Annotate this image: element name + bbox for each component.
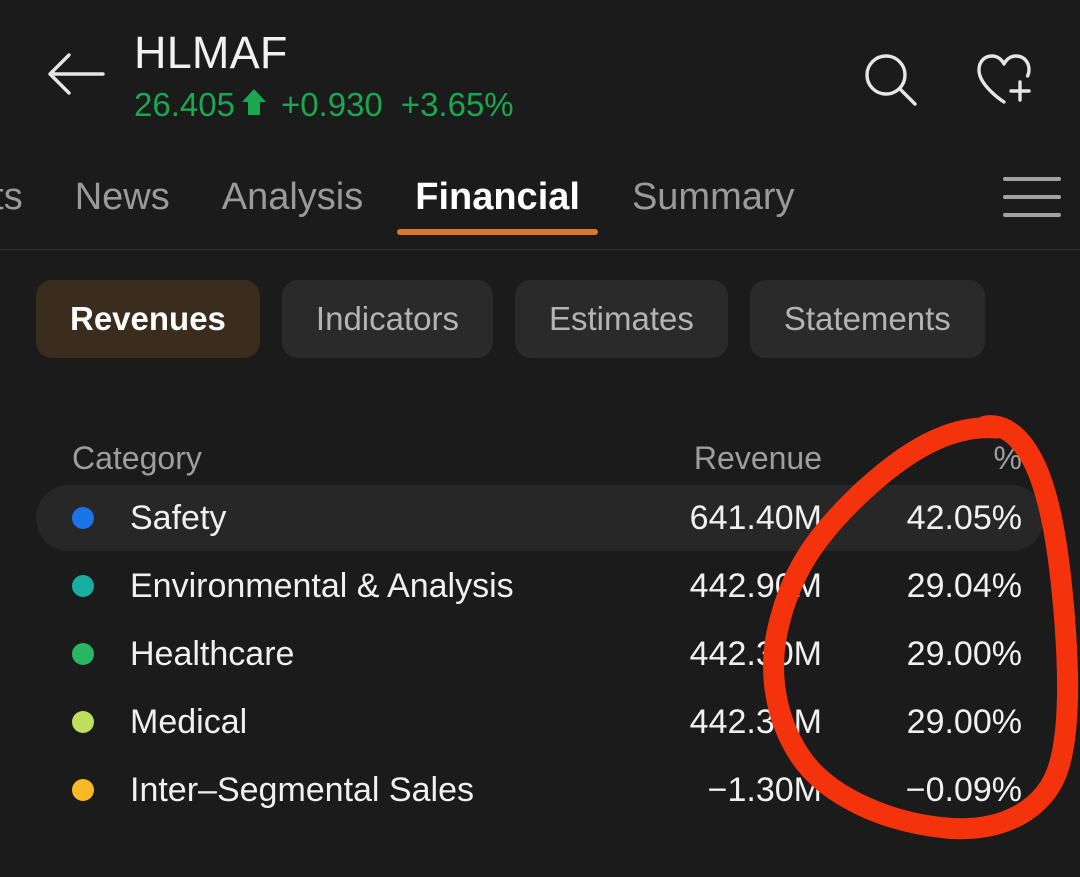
quote-line: 26.405 +0.930 +3.65% — [134, 85, 854, 125]
cell-category: Medical — [130, 702, 248, 741]
tab-news[interactable]: News — [49, 145, 196, 249]
hamburger-line — [1003, 195, 1061, 199]
subtab-revenues[interactable]: Revenues — [36, 280, 260, 358]
cell-percent: −0.09% — [905, 770, 1022, 809]
subtab-statements[interactable]: Statements — [749, 280, 985, 358]
table-row[interactable]: Safety 641.40M 42.05% — [36, 485, 1044, 551]
series-color-dot — [72, 711, 94, 733]
cell-revenue: −1.30M — [707, 770, 822, 809]
cell-revenue: 442.30M — [689, 634, 822, 673]
series-color-dot — [72, 643, 94, 665]
tab-summary[interactable]: Summary — [606, 145, 821, 249]
cell-percent: 42.05% — [906, 498, 1022, 537]
column-header-revenue: Revenue — [693, 439, 822, 476]
quote-price: 26.405 — [134, 86, 235, 123]
search-button[interactable] — [854, 44, 926, 116]
arrow-left-icon — [48, 53, 105, 95]
series-color-dot — [72, 779, 94, 801]
trend-up-icon — [241, 87, 267, 123]
tab-analysis[interactable]: Analysis — [196, 145, 390, 249]
stock-financial-screen: HLMAF 26.405 +0.930 +3.65% s News Analys… — [0, 0, 1080, 877]
cell-category: Environmental & Analysis — [130, 566, 514, 605]
subtab-estimates[interactable]: Estimates — [515, 280, 728, 358]
cell-category: Healthcare — [130, 634, 295, 673]
search-icon — [865, 54, 917, 106]
add-to-watchlist-button[interactable] — [968, 44, 1040, 116]
cell-percent: 29.00% — [906, 702, 1022, 741]
cell-category: Safety — [130, 498, 227, 537]
section-tabbar: nts News Analysis Financial Summary — [0, 145, 1080, 250]
subtab-indicators[interactable]: Indicators — [281, 280, 493, 358]
quote-change-percent: +3.65% — [400, 86, 514, 123]
header-actions — [854, 44, 1040, 116]
hamburger-menu-icon[interactable] — [984, 145, 1080, 249]
hamburger-line — [1003, 177, 1061, 181]
subtab-label: Estimates — [549, 300, 694, 337]
revenue-breakdown-table: Category Revenue % Safety 641.40M 42.05%… — [0, 432, 1080, 823]
series-color-dot — [72, 575, 94, 597]
subtab-label: Revenues — [70, 300, 226, 337]
series-color-dot — [72, 507, 94, 529]
column-header-percent: % — [993, 439, 1022, 476]
cell-percent: 29.00% — [906, 634, 1022, 673]
page-title: HLMAF — [134, 27, 288, 78]
back-button[interactable] — [40, 38, 112, 110]
cell-revenue: 442.90M — [689, 566, 822, 605]
table-row[interactable]: Medical 442.30M 29.00% — [36, 689, 1044, 755]
tab-financial[interactable]: Financial — [389, 145, 606, 249]
title-block: HLMAF 26.405 +0.930 +3.65% — [134, 22, 854, 125]
cell-revenue: 641.40M — [689, 498, 822, 537]
cell-category: Inter–Segmental Sales — [130, 770, 474, 809]
tabs-scroll-container[interactable]: nts News Analysis Financial Summary — [0, 145, 984, 249]
table-row[interactable]: Environmental & Analysis 442.90M 29.04% — [36, 553, 1044, 619]
tab-label: Summary — [631, 175, 795, 218]
tab-label: Financial — [415, 175, 580, 218]
subtab-label: Indicators — [315, 300, 459, 337]
tab-label: News — [74, 175, 170, 218]
arrow-up-glyph — [241, 89, 266, 115]
column-header-category: Category — [72, 439, 202, 476]
table-row[interactable]: Inter–Segmental Sales −1.30M −0.09% — [36, 757, 1044, 823]
financial-subtabs: Revenues Indicators Estimates Statements — [0, 250, 1080, 358]
tab-label: Analysis — [221, 175, 364, 218]
table-row[interactable]: Healthcare 442.30M 29.00% — [36, 621, 1044, 687]
tab-label: nts — [0, 175, 23, 218]
heart-plus-icon — [977, 54, 1031, 104]
cell-revenue: 442.30M — [689, 702, 822, 741]
app-header: HLMAF 26.405 +0.930 +3.65% — [0, 0, 1080, 145]
subtab-label: Statements — [783, 300, 951, 337]
tab-events[interactable]: nts — [0, 145, 49, 249]
hamburger-line — [1003, 213, 1061, 217]
quote-change: +0.930 — [280, 86, 383, 123]
table-header-row: Category Revenue % — [36, 432, 1044, 484]
cell-percent: 29.04% — [906, 566, 1022, 605]
